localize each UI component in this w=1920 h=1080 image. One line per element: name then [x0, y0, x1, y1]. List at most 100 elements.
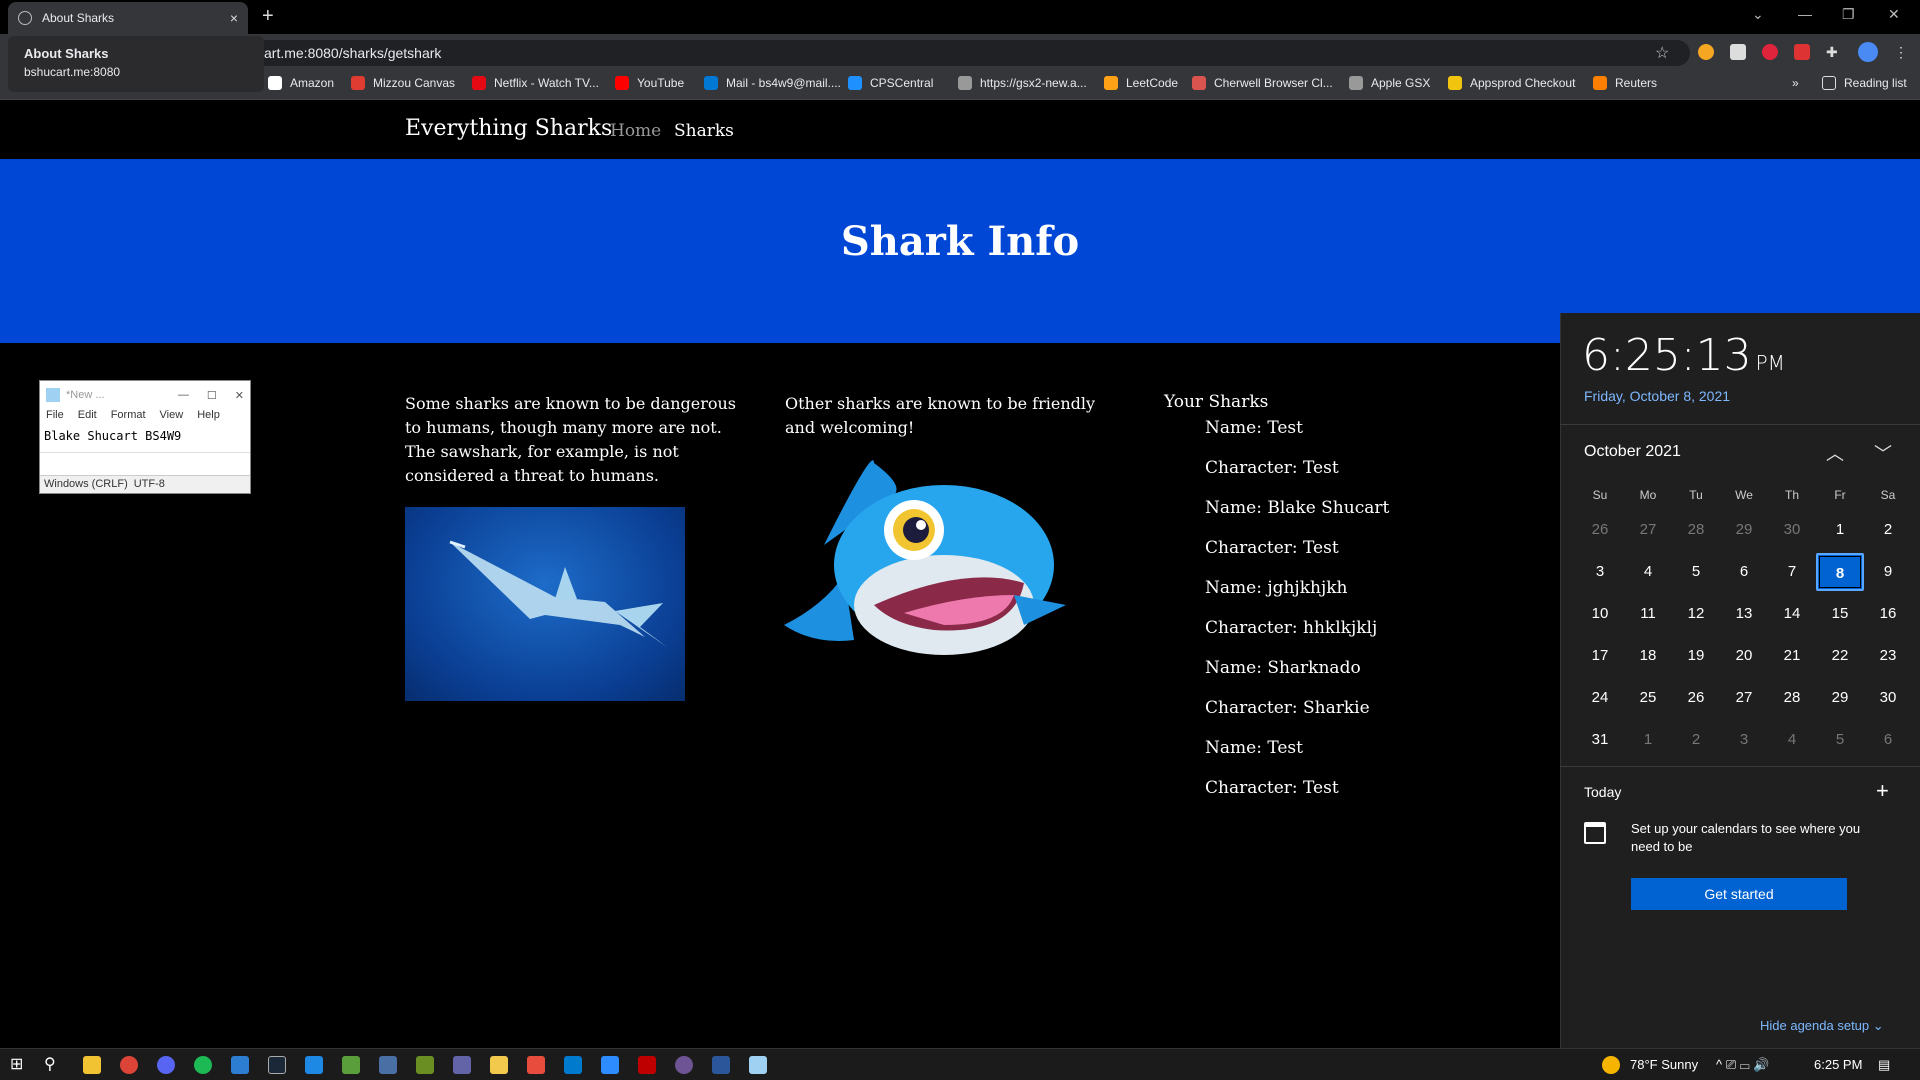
- calendar-day[interactable]: 7: [1768, 553, 1816, 591]
- calendar-day[interactable]: 18: [1624, 637, 1672, 675]
- calendar-day[interactable]: 23: [1864, 637, 1912, 675]
- menu-view[interactable]: View: [160, 409, 184, 427]
- calendar-day[interactable]: 4: [1624, 553, 1672, 591]
- calendar-day[interactable]: 28: [1768, 679, 1816, 717]
- calendar-day[interactable]: 26: [1576, 511, 1624, 549]
- app-icon[interactable]: [305, 1056, 323, 1074]
- calendar-day[interactable]: 15: [1816, 595, 1864, 633]
- bookmark-item[interactable]: Amazon: [268, 76, 334, 90]
- app-icon[interactable]: [231, 1056, 249, 1074]
- bookmark-item[interactable]: Cherwell Browser Cl...: [1192, 76, 1333, 90]
- reading-list-button[interactable]: Reading list: [1822, 76, 1907, 90]
- calendar-day[interactable]: 14: [1768, 595, 1816, 633]
- menu-help[interactable]: Help: [197, 409, 220, 427]
- calendar-day[interactable]: 5: [1672, 553, 1720, 591]
- new-tab-button[interactable]: +: [262, 6, 274, 26]
- weather-text[interactable]: 78°F Sunny: [1630, 1057, 1698, 1072]
- calendar-day[interactable]: 30: [1864, 679, 1912, 717]
- calendar-day[interactable]: 4: [1768, 721, 1816, 759]
- calendar-day[interactable]: 13: [1720, 595, 1768, 633]
- search-icon[interactable]: ⚲: [44, 1056, 62, 1074]
- calendar-day[interactable]: 29: [1720, 511, 1768, 549]
- notifications-icon[interactable]: ▤: [1878, 1057, 1890, 1073]
- close-window-button[interactable]: ✕: [1888, 6, 1900, 23]
- word-icon[interactable]: [712, 1056, 730, 1074]
- bookmark-item[interactable]: YouTube: [615, 76, 684, 90]
- calendar-day[interactable]: 2: [1672, 721, 1720, 759]
- calendar-day[interactable]: 10: [1576, 595, 1624, 633]
- notepad-taskbar-icon[interactable]: [749, 1056, 767, 1074]
- add-event-button[interactable]: +: [1876, 778, 1889, 804]
- taskbar-clock[interactable]: 6:25 PM: [1814, 1057, 1862, 1072]
- steam-icon[interactable]: [268, 1056, 286, 1074]
- tray-chevron-icon[interactable]: ^ ⎚ ▭ 🔊: [1716, 1057, 1769, 1073]
- calendar-day[interactable]: 31: [1576, 721, 1624, 759]
- calendar-day[interactable]: 9: [1864, 553, 1912, 591]
- nav-home-link[interactable]: Home: [610, 121, 661, 141]
- menu-edit[interactable]: Edit: [78, 409, 97, 427]
- bookmark-item[interactable]: https://gsx2-new.a...: [958, 76, 1087, 90]
- github-icon[interactable]: [675, 1056, 693, 1074]
- file-explorer-icon[interactable]: [83, 1056, 101, 1074]
- weather-icon[interactable]: [1602, 1056, 1620, 1074]
- get-started-button[interactable]: Get started: [1631, 878, 1847, 910]
- close-icon[interactable]: ✕: [235, 389, 244, 402]
- chevron-down-icon[interactable]: ﹀: [1874, 440, 1892, 466]
- notepad-text-area[interactable]: Blake Shucart BS4W9: [40, 427, 250, 453]
- puzzle-icon[interactable]: ✚: [1826, 44, 1842, 60]
- calendar-day[interactable]: 1: [1624, 721, 1672, 759]
- calendar-day[interactable]: 19: [1672, 637, 1720, 675]
- calendar-day[interactable]: 16: [1864, 595, 1912, 633]
- zoom-icon[interactable]: [601, 1056, 619, 1074]
- bookmark-item[interactable]: Appsprod Checkout: [1448, 76, 1575, 90]
- maximize-icon[interactable]: ☐: [207, 389, 217, 402]
- app-icon[interactable]: [379, 1056, 397, 1074]
- restore-button[interactable]: ❐: [1842, 6, 1855, 23]
- calendar-day[interactable]: 8: [1816, 553, 1864, 591]
- teams-icon[interactable]: [453, 1056, 471, 1074]
- tab-close-button[interactable]: ×: [230, 10, 238, 26]
- calendar-day[interactable]: 29: [1816, 679, 1864, 717]
- calendar-day[interactable]: 30: [1768, 511, 1816, 549]
- calendar-month[interactable]: October 2021: [1584, 443, 1681, 461]
- calendar-day[interactable]: 2: [1864, 511, 1912, 549]
- chevron-up-icon[interactable]: ︿: [1826, 440, 1844, 466]
- profile-avatar[interactable]: [1858, 42, 1878, 62]
- menu-file[interactable]: File: [46, 409, 64, 427]
- minimize-button[interactable]: —: [1798, 6, 1812, 22]
- site-brand[interactable]: Everything Sharks: [405, 116, 612, 141]
- nav-sharks-link[interactable]: Sharks: [674, 121, 734, 141]
- menu-format[interactable]: Format: [111, 409, 146, 427]
- bookmark-item[interactable]: Apple GSX: [1349, 76, 1430, 90]
- bookmark-item[interactable]: CPSCentral: [848, 76, 933, 90]
- spotify-icon[interactable]: [194, 1056, 212, 1074]
- clock-date[interactable]: Friday, October 8, 2021: [1584, 388, 1730, 404]
- bookmark-item[interactable]: Mizzou Canvas: [351, 76, 455, 90]
- calendar-day[interactable]: 11: [1624, 595, 1672, 633]
- extension-icon[interactable]: [1730, 44, 1746, 60]
- app-icon[interactable]: [527, 1056, 545, 1074]
- bookmark-item[interactable]: Mail - bs4w9@mail....: [704, 76, 841, 90]
- calendar-day[interactable]: 25: [1624, 679, 1672, 717]
- calendar-day[interactable]: 28: [1672, 511, 1720, 549]
- start-button[interactable]: ⊞: [10, 1056, 28, 1074]
- minecraft-icon[interactable]: [416, 1056, 434, 1074]
- calendar-day[interactable]: 17: [1576, 637, 1624, 675]
- calendar-day[interactable]: 6: [1864, 721, 1912, 759]
- calendar-day[interactable]: 12: [1672, 595, 1720, 633]
- app-icon[interactable]: [490, 1056, 508, 1074]
- discord-icon[interactable]: [157, 1056, 175, 1074]
- calendar-day[interactable]: 1: [1816, 511, 1864, 549]
- calendar-day[interactable]: 3: [1720, 721, 1768, 759]
- address-bar[interactable]: art.me:8080/sharks/getshark: [250, 40, 1690, 66]
- bookmark-item[interactable]: Netflix - Watch TV...: [472, 76, 599, 90]
- calendar-day[interactable]: 21: [1768, 637, 1816, 675]
- chrome-icon[interactable]: [120, 1056, 138, 1074]
- extension-icon[interactable]: [1698, 44, 1714, 60]
- vscode-icon[interactable]: [564, 1056, 582, 1074]
- app-icon[interactable]: [342, 1056, 360, 1074]
- bookmark-star-icon[interactable]: ☆: [1655, 43, 1669, 63]
- bookmark-item[interactable]: LeetCode: [1104, 76, 1178, 90]
- calendar-day[interactable]: 24: [1576, 679, 1624, 717]
- filezilla-icon[interactable]: [638, 1056, 656, 1074]
